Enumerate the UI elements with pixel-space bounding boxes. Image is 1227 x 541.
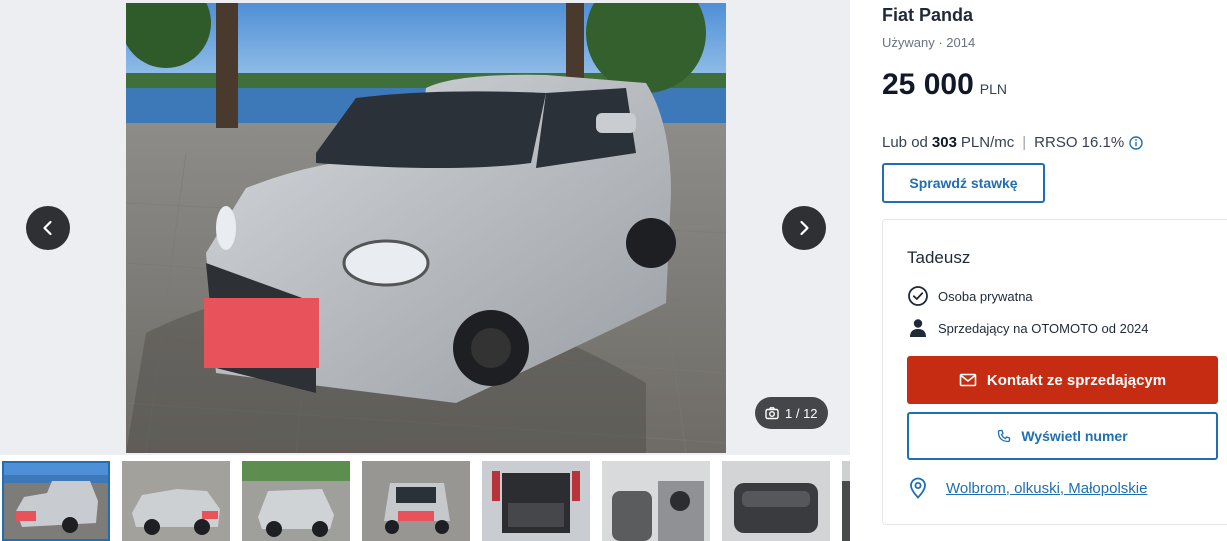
thumbnail-image <box>482 461 590 541</box>
user-icon <box>910 319 926 337</box>
finance-amount: 303 <box>931 134 957 151</box>
thumbnail-7[interactable] <box>722 461 830 541</box>
financing-info: Lub od 303 PLN/mc | RRSO 16.1% <box>882 134 1143 151</box>
thumbnail-image <box>242 461 350 541</box>
camera-icon <box>765 407 779 420</box>
contact-seller-button[interactable]: Kontakt ze sprzedającym <box>907 356 1218 404</box>
contact-seller-label: Kontakt ze sprzedającym <box>986 371 1167 389</box>
listing-subtitle: Używany · 2014 <box>882 35 976 50</box>
thumbnail-5[interactable] <box>482 461 590 541</box>
price-amount: 25 000 <box>882 68 974 101</box>
thumbnail-image <box>722 461 830 541</box>
thumbnail-8[interactable] <box>842 461 850 541</box>
check-circle-icon <box>908 286 928 306</box>
thumbnail-3[interactable] <box>242 461 350 541</box>
price-currency: PLN <box>979 81 1007 97</box>
location-link[interactable]: Wolbrom, olkuski, Małopolskie <box>946 480 1147 497</box>
finance-separator: | <box>1022 134 1027 151</box>
seller-type: Osoba prywatna <box>907 285 1033 307</box>
thumbnail-strip <box>0 461 850 541</box>
thumbnail-image <box>602 461 710 541</box>
listing-page: 1 / 12 Fiat Panda Używany · 2014 25 000 … <box>0 0 1227 541</box>
next-photo-button[interactable] <box>782 206 826 250</box>
finance-unit: PLN/mc <box>960 134 1015 151</box>
thumbnail-image <box>842 461 850 541</box>
previous-photo-button[interactable] <box>26 206 70 250</box>
finance-prefix: Lub od <box>882 134 928 151</box>
finance-rrso: RRSO 16.1% <box>1034 134 1125 151</box>
thumbnail-2[interactable] <box>122 461 230 541</box>
seller-card: Tadeusz Osoba prywatna Sprzedający na OT… <box>882 219 1227 525</box>
info-icon[interactable] <box>1129 135 1143 150</box>
location-pin-icon <box>910 477 926 499</box>
mail-icon <box>959 373 977 387</box>
check-rate-button[interactable]: Sprawdź stawkę <box>882 163 1045 203</box>
price: 25 000 PLN <box>882 68 1007 102</box>
listing-title: Fiat Panda <box>882 5 974 25</box>
chevron-right-icon <box>800 220 809 236</box>
photo-counter[interactable]: 1 / 12 <box>755 397 828 429</box>
seller-location: Wolbrom, olkuski, Małopolskie <box>907 477 1147 499</box>
chevron-left-icon <box>43 220 52 236</box>
seller-type-label: Osoba prywatna <box>938 288 1033 304</box>
thumbnail-image <box>122 461 230 541</box>
show-number-button[interactable]: Wyświetl numer <box>907 412 1218 460</box>
car-photo <box>126 3 726 453</box>
seller-since: Sprzedający na OTOMOTO od 2024 <box>907 317 1149 339</box>
show-number-label: Wyświetl numer <box>1021 428 1128 444</box>
photo-counter-text: 1 / 12 <box>785 405 818 421</box>
phone-icon <box>998 429 1011 443</box>
thumbnail-1[interactable] <box>2 461 110 541</box>
main-photo[interactable] <box>126 3 726 453</box>
thumbnail-6[interactable] <box>602 461 710 541</box>
seller-name: Tadeusz <box>907 248 971 267</box>
seller-since-label: Sprzedający na OTOMOTO od 2024 <box>938 320 1149 336</box>
thumbnail-4[interactable] <box>362 461 470 541</box>
thumbnail-image <box>2 461 110 541</box>
photo-gallery: 1 / 12 <box>0 0 850 455</box>
thumbnail-image <box>362 461 470 541</box>
